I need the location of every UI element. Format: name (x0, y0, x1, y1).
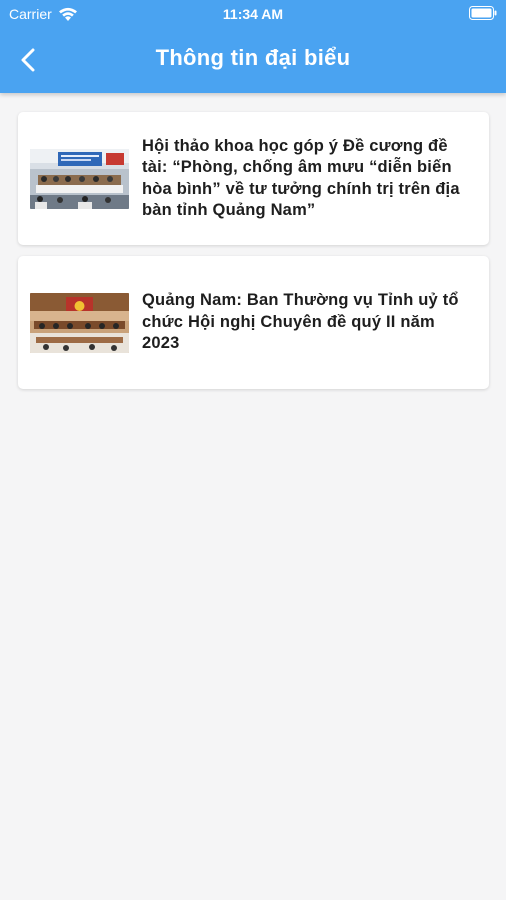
status-bar: Carrier 11:34 AM (0, 0, 506, 28)
conference-room-photo (30, 148, 129, 209)
article-title: Hội thảo khoa học góp ý Đề cương đề tài:… (142, 136, 460, 220)
page-title: Thông tin đại biểu (155, 45, 351, 70)
article-title: Quảng Nam: Ban Thường vụ Tỉnh uỷ tổ chức… (142, 291, 459, 353)
meeting-hall-photo (30, 292, 129, 353)
battery-icon (469, 6, 497, 20)
article-list: Hội thảo khoa học góp ý Đề cương đề tài:… (18, 112, 489, 400)
app-bar: Carrier 11:34 AM Thông tin đại biểu (0, 0, 506, 93)
article-thumbnail (30, 148, 129, 209)
navigation-bar: Thông tin đại biểu (0, 28, 506, 93)
article-card[interactable]: Hội thảo khoa học góp ý Đề cương đề tài:… (18, 112, 489, 245)
status-time: 11:34 AM (222, 6, 284, 22)
article-card[interactable]: Quảng Nam: Ban Thường vụ Tỉnh uỷ tổ chức… (18, 256, 489, 389)
article-thumbnail (30, 292, 129, 353)
